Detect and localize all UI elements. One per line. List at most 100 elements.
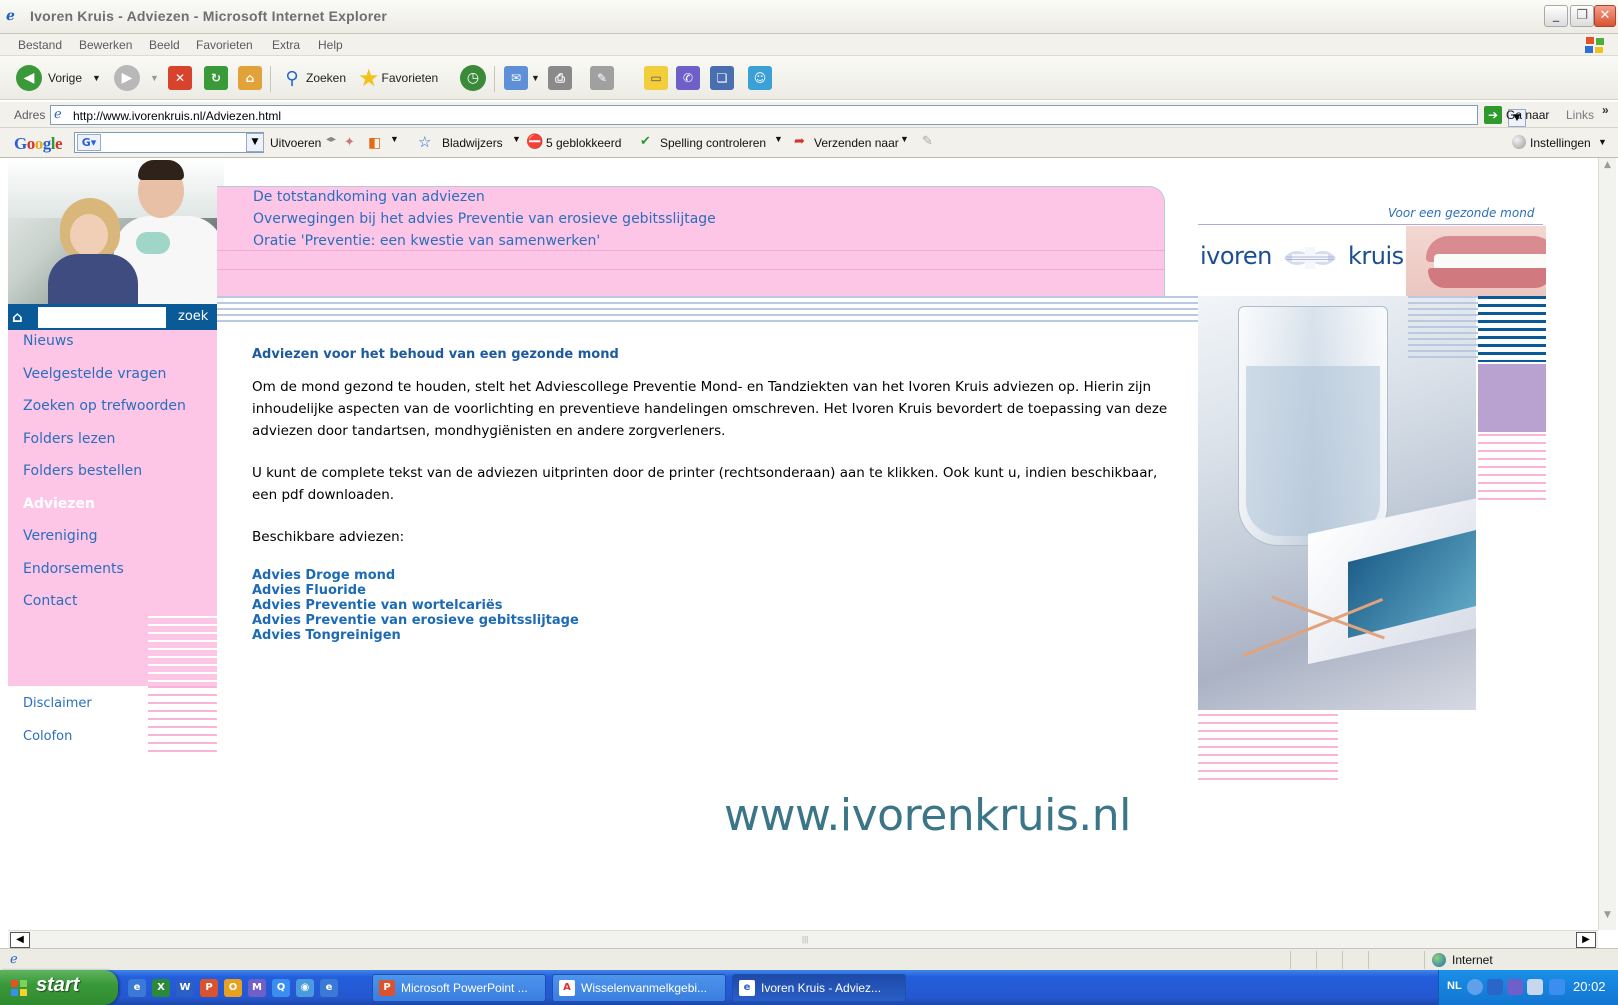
tray-messenger-icon[interactable] <box>1507 979 1523 995</box>
favorites-button[interactable]: ★ Favorieten <box>358 64 438 92</box>
msn-people-button[interactable]: ☺ <box>748 64 772 92</box>
quicklaunch-search-icon[interactable]: Q <box>272 979 290 997</box>
spellcheck-dropdown-icon[interactable]: ▼ <box>774 134 783 144</box>
footer-link-disclaimer[interactable]: Disclaimer <box>23 696 92 711</box>
menu-help[interactable]: Help <box>318 38 343 52</box>
nav-vereniging[interactable]: Vereniging <box>23 528 97 544</box>
nav-arrows-icon[interactable]: ◂▸ <box>326 134 336 145</box>
nav-nieuws[interactable]: Nieuws <box>23 333 74 349</box>
menu-bewerken[interactable]: Bewerken <box>79 38 132 52</box>
menu-beeld[interactable]: Beeld <box>149 38 180 52</box>
nav-zoeken-op-trefwoorden[interactable]: Zoeken op trefwoorden <box>23 398 186 414</box>
back-button[interactable]: ◀ Vorige ▼ <box>16 64 101 92</box>
quicklaunch-powerpoint-icon[interactable]: P <box>200 979 218 997</box>
advice-link-tongreinigen[interactable]: Advies Tongreinigen <box>252 628 401 643</box>
home-button[interactable]: ⌂ <box>238 64 262 92</box>
home-icon[interactable]: ⌂ <box>12 308 30 326</box>
subnav-link-oratie[interactable]: Oratie 'Preventie: een kwestie van samen… <box>253 233 600 249</box>
quicklaunch-browser-icon[interactable]: e <box>320 979 338 997</box>
scroll-up-icon[interactable]: ▲ <box>1601 160 1614 175</box>
highlight-dropdown-icon[interactable]: ▼ <box>390 134 399 144</box>
scroll-down-icon[interactable]: ▼ <box>1601 910 1614 925</box>
task-internet-explorer[interactable]: e Ivoren Kruis - Adviez... <box>732 974 906 1002</box>
research-button[interactable]: ❏ <box>710 64 734 92</box>
nav-veelgestelde-vragen[interactable]: Veelgestelde vragen <box>23 366 166 382</box>
stop-button[interactable]: ✕ <box>168 64 192 92</box>
mail-dropdown-icon[interactable]: ▼ <box>531 73 540 83</box>
back-dropdown-icon[interactable]: ▼ <box>92 73 101 83</box>
links-chevron-icon[interactable]: » <box>1602 103 1609 117</box>
google-g-button[interactable]: G▾ <box>77 134 101 151</box>
tray-back-icon[interactable] <box>1467 979 1483 995</box>
go-arrow-icon[interactable]: ➔ <box>1484 106 1502 124</box>
nav-endorsements[interactable]: Endorsements <box>23 561 124 577</box>
mail-button[interactable]: ✉ ▼ <box>504 64 540 92</box>
nav-adviezen[interactable]: Adviezen <box>23 496 95 512</box>
forward-button[interactable]: ▶ ▼ <box>114 64 159 92</box>
maximize-button[interactable]: ❐ <box>1570 5 1594 27</box>
site-search-input[interactable] <box>38 307 166 328</box>
address-field[interactable]: ℯ http://www.ivorenkruis.nl/Adviezen.htm… <box>50 105 1526 127</box>
menu-extra[interactable]: Extra <box>272 38 300 52</box>
subnav-link-overwegingen[interactable]: Overwegingen bij het advies Preventie va… <box>253 211 716 227</box>
edit-button[interactable]: ✎ <box>590 64 614 92</box>
close-button[interactable]: ✕ <box>1594 5 1616 27</box>
language-indicator[interactable]: NL <box>1447 980 1462 992</box>
search-button[interactable]: ⚲ Zoeken <box>280 64 346 92</box>
footer-link-colofon[interactable]: Colofon <box>23 729 72 744</box>
clock[interactable]: 20:02 <box>1573 979 1606 994</box>
subnav-link-totstandkoming[interactable]: De totstandkoming van adviezen <box>253 189 485 205</box>
spellcheck-button[interactable]: Spelling controleren <box>660 136 766 150</box>
advice-link-erosieve-gebitsslijtage[interactable]: Advies Preventie van erosieve gebitsslij… <box>252 613 579 628</box>
site-search-button[interactable]: zoek <box>178 309 208 324</box>
nav-folders-lezen[interactable]: Folders lezen <box>23 431 115 447</box>
settings-dropdown-icon[interactable]: ▼ <box>1598 137 1607 147</box>
quicklaunch-word-icon[interactable]: W <box>176 979 194 997</box>
refresh-button[interactable]: ↻ <box>204 64 228 92</box>
quicklaunch-excel-icon[interactable]: X <box>152 979 170 997</box>
messenger-button[interactable]: ✆ <box>676 64 700 92</box>
vertical-scrollbar[interactable]: ▲ ▼ <box>1598 158 1616 930</box>
bookmarks-dropdown-icon[interactable]: ▼ <box>512 134 521 144</box>
scroll-right-icon[interactable]: ▶ <box>1576 932 1596 948</box>
send-to-button[interactable]: Verzenden naar <box>814 136 899 150</box>
horizontal-scrollbar[interactable]: ◀ ||| ▶ <box>8 930 1598 948</box>
advice-link-droge-mond[interactable]: Advies Droge mond <box>252 568 395 583</box>
highlight-icon[interactable]: ◧ <box>368 134 381 151</box>
tray-volume-icon[interactable] <box>1527 979 1543 995</box>
page-rank-icon[interactable]: ✦ <box>344 134 355 150</box>
quicklaunch-messenger-icon[interactable]: M <box>248 979 266 997</box>
settings-button[interactable]: Instellingen <box>1530 136 1591 150</box>
google-search-input[interactable]: G▾ <box>74 132 264 153</box>
title-bar[interactable]: ℯ Ivoren Kruis - Adviezen - Microsoft In… <box>0 0 1618 34</box>
go-button[interactable]: Ga naar <box>1506 108 1549 122</box>
bookmarks-button[interactable]: Bladwijzers <box>442 136 503 150</box>
quicklaunch-outlook-icon[interactable]: O <box>224 979 242 997</box>
menu-bestand[interactable]: Bestand <box>18 38 62 52</box>
pencil-icon[interactable]: ✎ <box>922 133 933 149</box>
task-pdf[interactable]: A Wisselenvanmelkgebi... <box>552 974 726 1002</box>
minimize-button[interactable]: _ <box>1544 5 1568 27</box>
task-powerpoint[interactable]: P Microsoft PowerPoint ... <box>372 974 546 1002</box>
popup-blocked-count[interactable]: 5 geblokkeerd <box>546 136 621 150</box>
links-toolbar[interactable]: Links <box>1566 108 1594 122</box>
nav-folders-bestellen[interactable]: Folders bestellen <box>23 463 142 479</box>
send-to-dropdown-icon[interactable]: ▼ <box>900 134 909 144</box>
advice-link-wortelcaries[interactable]: Advies Preventie van wortelcariës <box>252 598 502 613</box>
forward-dropdown-icon[interactable]: ▼ <box>150 73 159 83</box>
discuss-button[interactable]: ▭ <box>644 64 668 92</box>
google-dropdown-icon[interactable]: ▼ <box>246 133 264 152</box>
quicklaunch-media-icon[interactable]: ◉ <box>296 979 314 997</box>
scroll-left-icon[interactable]: ◀ <box>10 932 30 948</box>
menu-favorieten[interactable]: Favorieten <box>196 38 253 52</box>
print-button[interactable]: ⎙ <box>548 64 572 92</box>
nav-contact[interactable]: Contact <box>23 593 77 609</box>
tray-network-icon[interactable] <box>1487 979 1503 995</box>
history-button[interactable]: ◷ <box>460 64 486 92</box>
tray-display-icon[interactable] <box>1549 979 1565 995</box>
horizontal-scroll-thumb[interactable]: ||| <box>32 933 1580 947</box>
advice-link-fluoride[interactable]: Advies Fluoride <box>252 583 366 598</box>
quicklaunch-ie-icon[interactable]: e <box>128 979 146 997</box>
start-button[interactable]: start <box>0 970 118 1005</box>
run-button[interactable]: Uitvoeren <box>270 136 321 150</box>
